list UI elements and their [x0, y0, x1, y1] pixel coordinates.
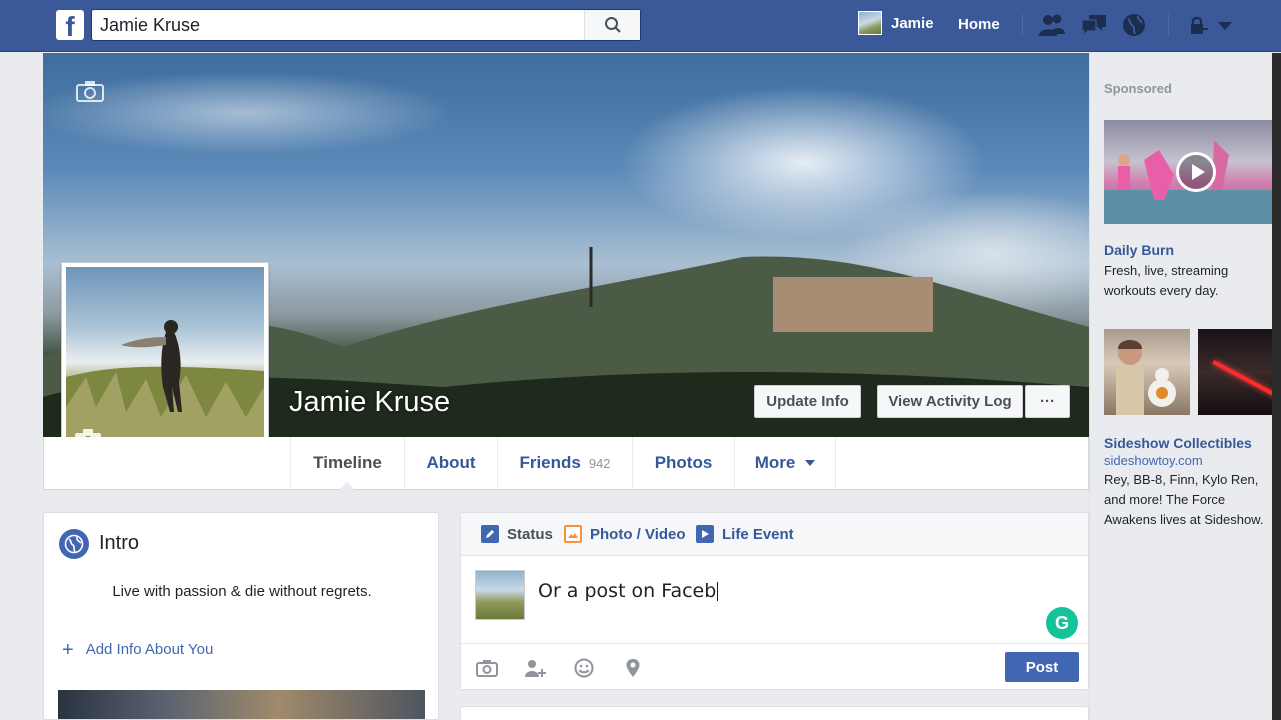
add-info-link[interactable]: + Add Info About You — [62, 638, 214, 661]
search-icon — [604, 17, 621, 33]
tag-friends-icon[interactable] — [523, 658, 547, 678]
location-icon[interactable] — [621, 658, 645, 678]
facebook-logo-icon[interactable]: f — [56, 10, 84, 40]
search-button[interactable] — [584, 10, 640, 40]
privacy-lock-icon[interactable] — [1186, 12, 1214, 38]
view-activity-log-button[interactable]: View Activity Log — [877, 385, 1023, 418]
tab-about[interactable]: About — [404, 437, 497, 489]
plus-icon: + — [62, 638, 74, 661]
nav-user-name: Jamie — [891, 14, 934, 32]
nav-home-link[interactable]: Home — [958, 16, 1000, 33]
lightsaber-shape — [1212, 360, 1272, 406]
tab-photos[interactable]: Photos — [632, 437, 734, 489]
composer-tab-life-event[interactable]: Life Event — [696, 525, 794, 543]
globe-icon — [59, 529, 89, 559]
chevron-down-icon — [805, 460, 816, 466]
profile-tab-bar: Timeline About Friends 942 Photos More — [43, 437, 1089, 490]
nav-profile-link[interactable]: Jamie — [858, 11, 934, 35]
tab-more[interactable]: More — [734, 437, 836, 489]
avatar — [475, 570, 525, 620]
camera-icon[interactable] — [475, 658, 499, 678]
tab-label: Photos — [654, 453, 713, 472]
ad-image-kylo-ren[interactable] — [1198, 329, 1272, 415]
post-composer: Status Photo / Video Life Event Or a pos… — [460, 512, 1089, 690]
photo-icon — [564, 525, 582, 543]
ad-image-daily-burn[interactable] — [1104, 120, 1272, 224]
messages-icon[interactable] — [1080, 12, 1108, 38]
composer-tab-label: Photo / Video — [590, 525, 686, 543]
composer-tabs: Status Photo / Video Life Event — [461, 513, 1088, 556]
pencil-icon — [481, 525, 499, 543]
flag-icon — [696, 525, 714, 543]
more-options-button[interactable]: ··· — [1025, 385, 1070, 418]
tab-label: About — [426, 453, 476, 472]
top-navigation-bar: f Jamie Home — [0, 0, 1281, 52]
tab-label: Friends — [519, 453, 581, 472]
feeling-icon[interactable] — [572, 658, 596, 678]
composer-actions: Post — [461, 643, 1088, 689]
sidebar-edge — [1272, 53, 1281, 720]
play-icon[interactable] — [1176, 152, 1216, 192]
add-info-label: Add Info About You — [85, 641, 214, 658]
nav-divider — [1022, 14, 1023, 36]
ad-title-daily-burn[interactable]: Daily Burn — [1104, 242, 1174, 258]
friend-requests-icon[interactable] — [1038, 12, 1066, 38]
intro-card: Intro Live with passion & die without re… — [43, 512, 439, 720]
notifications-globe-icon[interactable] — [1120, 12, 1148, 38]
featured-photo[interactable] — [58, 690, 425, 719]
ad-image-rey-bb8[interactable] — [1104, 329, 1190, 415]
ad-text-daily-burn: Fresh, live, streaming workouts every da… — [1104, 263, 1229, 298]
sponsored-heading: Sponsored — [1104, 81, 1172, 96]
post-text-input[interactable]: Or a post on Faceb — [538, 580, 718, 602]
ad-title-sideshow[interactable]: Sideshow Collectibles — [1104, 435, 1252, 451]
tab-label: More — [754, 453, 796, 472]
search-input[interactable] — [100, 14, 580, 36]
post-button[interactable]: Post — [1005, 652, 1079, 682]
intro-title: Intro — [99, 532, 140, 554]
tab-label: Timeline — [313, 453, 382, 472]
update-info-button[interactable]: Update Info — [754, 385, 861, 418]
feed-card — [460, 706, 1089, 720]
avatar — [858, 11, 882, 35]
active-tab-indicator — [339, 482, 355, 490]
composer-tab-photo-video[interactable]: Photo / Video — [564, 525, 686, 543]
composer-tab-status[interactable]: Status — [481, 525, 553, 543]
intro-bio: Live with passion & die without regrets. — [112, 583, 372, 600]
nav-divider — [1168, 14, 1169, 36]
profile-name[interactable]: Jamie Kruse — [289, 386, 450, 419]
ad-url-sideshow[interactable]: sideshowtoy.com — [1104, 453, 1203, 468]
composer-tab-label: Status — [507, 525, 553, 543]
tab-friends[interactable]: Friends 942 — [497, 437, 632, 489]
ad-figure-rey — [1116, 340, 1176, 415]
ad-text-sideshow: Rey, BB-8, Finn, Kylo Ren, and more! The… — [1104, 472, 1264, 527]
composer-tab-label: Life Event — [722, 525, 794, 543]
account-menu-caret-icon[interactable] — [1216, 12, 1234, 38]
search-box[interactable] — [91, 9, 641, 41]
grammarly-icon[interactable]: G — [1046, 607, 1078, 639]
camera-icon[interactable] — [76, 80, 104, 102]
friends-count: 942 — [588, 455, 611, 471]
